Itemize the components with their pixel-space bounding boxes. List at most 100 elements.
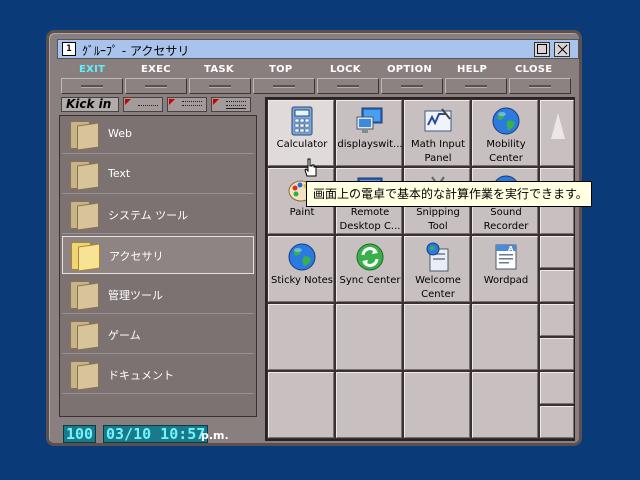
app-slot-empty[interactable] [268, 372, 334, 438]
view-small-button[interactable] [123, 97, 163, 112]
welcome-center-icon [426, 242, 449, 272]
side-slot [540, 270, 574, 302]
scroll-up-button[interactable] [540, 100, 574, 166]
side-slot [540, 236, 574, 268]
slot-exit[interactable] [61, 78, 123, 94]
ampm-label: p.m. [201, 429, 229, 442]
slot-help[interactable] [445, 78, 507, 94]
menu-exec[interactable]: EXEC [141, 64, 171, 75]
close-icon [557, 44, 567, 54]
app-displayswitch[interactable]: displayswit... [336, 100, 403, 166]
menu-exit[interactable]: EXIT [79, 64, 105, 75]
arrow-up-icon [551, 113, 565, 139]
globe-icon [492, 107, 520, 135]
math-input-icon [424, 108, 452, 132]
folder-icon [68, 119, 100, 151]
slot-lock[interactable] [317, 78, 379, 94]
kick-in-label[interactable]: Kick in [61, 97, 119, 112]
group-label: Text [108, 167, 131, 180]
app-sticky-notes[interactable]: Sticky Notes [268, 236, 334, 302]
app-slot-empty[interactable] [472, 372, 538, 438]
app-label: Sticky Notes [271, 275, 333, 286]
app-slot-empty[interactable] [268, 304, 334, 370]
display-switch-icon [356, 107, 383, 133]
hand-cursor-icon [304, 158, 317, 177]
menu-option[interactable]: OPTION [387, 64, 432, 75]
view-list-button[interactable] [167, 97, 207, 112]
group-item-text[interactable]: Text [62, 156, 254, 194]
kick-header: Kick in [59, 97, 257, 113]
folder-icon [68, 279, 100, 311]
menu-task[interactable]: TASK [204, 64, 234, 75]
group-item-accessories[interactable]: アクセサリ [62, 236, 254, 274]
close-button[interactable] [554, 42, 570, 57]
menu-bar: EXIT EXEC TASK TOP LOCK OPTION HELP CLOS… [59, 64, 579, 78]
counter-display: 100 [63, 425, 97, 443]
app-label: Mobility Center [486, 139, 526, 164]
app-label: Welcome Center [415, 275, 461, 300]
menu-help[interactable]: HELP [457, 64, 487, 75]
app-icon: 1 [62, 42, 76, 56]
group-panel: Kick in Web Text システム ツール アクセサリ 管理ツール ゲー… [59, 97, 259, 417]
group-item-web[interactable]: Web [62, 116, 254, 154]
tooltip: 画面上の電卓で基本的な計算作業を実行できます。 [306, 181, 592, 207]
maximize-button[interactable] [534, 42, 550, 57]
side-slot [540, 372, 574, 404]
slot-close[interactable] [509, 78, 571, 94]
app-slot-empty[interactable] [336, 372, 402, 438]
app-math-input-panel[interactable]: Math Input Panel [404, 100, 470, 166]
folder-icon [68, 159, 100, 191]
group-item-system-tools[interactable]: システム ツール [62, 196, 254, 234]
group-item-games[interactable]: ゲーム [62, 316, 254, 354]
side-slot [540, 338, 574, 370]
app-slot-empty[interactable] [404, 372, 470, 438]
group-label: システム ツール [108, 209, 189, 222]
app-sync-center[interactable]: Sync Center [336, 236, 402, 302]
side-slot [540, 304, 574, 336]
app-welcome-center[interactable]: Welcome Center [404, 236, 470, 302]
app-label: Snipping Tool [416, 207, 460, 232]
svg-text:A: A [508, 245, 514, 253]
group-label: Web [108, 127, 132, 140]
sync-icon [356, 243, 384, 271]
app-slot-empty[interactable] [472, 304, 538, 370]
slot-option[interactable] [381, 78, 443, 94]
maximize-icon [537, 44, 547, 54]
launcher-window: 1 ｸﾞﾙｰﾌﾟ - アクセサリ EXIT EXEC TASK TOP LOCK… [46, 30, 582, 446]
group-list: Web Text システム ツール アクセサリ 管理ツール ゲーム ドキュメント [59, 115, 257, 417]
slot-top[interactable] [253, 78, 315, 94]
calculator-icon [291, 106, 313, 136]
menu-close[interactable]: CLOSE [515, 64, 552, 75]
slot-exec[interactable] [125, 78, 187, 94]
app-mobility-center[interactable]: Mobility Center [472, 100, 538, 166]
app-label: displayswit... [337, 139, 403, 150]
slot-task[interactable] [189, 78, 251, 94]
open-folder-icon [69, 240, 101, 272]
app-grid: Calculator displayswit... Math Input Pane… [265, 97, 575, 441]
app-wordpad[interactable]: A Wordpad [472, 236, 538, 302]
app-calculator[interactable]: Calculator [268, 100, 334, 166]
app-label: Sync Center [339, 275, 401, 286]
group-label: ゲーム [108, 329, 141, 342]
app-slot-empty[interactable] [336, 304, 402, 370]
title-bar[interactable]: 1 ｸﾞﾙｰﾌﾟ - アクセサリ [57, 39, 579, 59]
app-label: Remote Desktop C... [339, 207, 401, 232]
group-label: ドキュメント [108, 369, 174, 382]
app-label: Math Input Panel [410, 139, 466, 164]
app-label: Wordpad [483, 275, 529, 286]
menu-top[interactable]: TOP [269, 64, 293, 75]
group-item-documents[interactable]: ドキュメント [62, 356, 254, 394]
globe-icon [288, 243, 316, 271]
folder-icon [68, 359, 100, 391]
group-label: 管理ツール [108, 289, 163, 302]
view-detail-button[interactable] [211, 97, 251, 112]
group-item-admin-tools[interactable]: 管理ツール [62, 276, 254, 314]
side-slot [540, 406, 574, 438]
app-label: Calculator [276, 139, 328, 150]
menu-slots [59, 78, 579, 94]
wordpad-icon: A [495, 244, 517, 270]
app-slot-empty[interactable] [404, 304, 470, 370]
menu-lock[interactable]: LOCK [330, 64, 361, 75]
folder-icon [68, 199, 100, 231]
group-label: アクセサリ [109, 250, 164, 263]
